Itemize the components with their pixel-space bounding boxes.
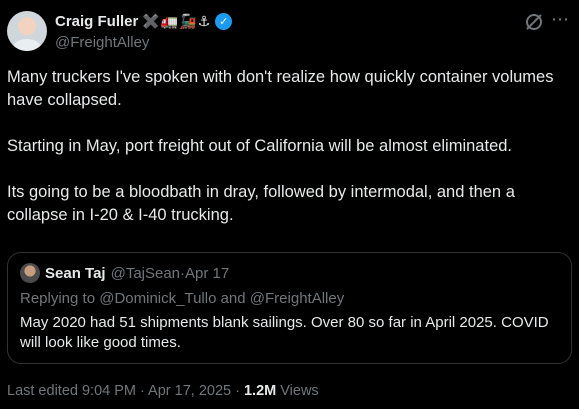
- views-count: 1.2M: [243, 383, 277, 399]
- author-name-row: Craig Fuller ✖️🚛🚂⚓ ✓: [55, 13, 233, 30]
- author-display-name[interactable]: Craig Fuller: [55, 13, 138, 30]
- quoted-post[interactable]: Sean Taj @TajSean · Apr 17 Replying to @…: [7, 252, 572, 364]
- author-avatar[interactable]: [7, 11, 47, 51]
- reply-and: and: [216, 290, 250, 307]
- author-handle[interactable]: @FreightAlley: [55, 34, 149, 51]
- quoted-author-avatar: [20, 263, 40, 283]
- post-paragraph: Many truckers I've spoken with don't rea…: [7, 68, 554, 109]
- quoted-date: Apr 17: [185, 264, 230, 282]
- reply-prefix: Replying to: [20, 290, 100, 307]
- quoted-reply-context: Replying to @Dominick_Tullo and @Freight…: [20, 290, 344, 307]
- author-emoji: ✖️🚛🚂⚓: [142, 13, 212, 29]
- reply-user-link[interactable]: @FreightAlley: [250, 290, 344, 307]
- views-label: Views: [276, 383, 319, 399]
- post-header: Craig Fuller ✖️🚛🚂⚓ ✓ @FreightAlley ⋯: [7, 9, 572, 53]
- edited-timestamp[interactable]: Last edited 9:04 PM · Apr 17, 2025 ·: [7, 383, 244, 399]
- grok-icon[interactable]: [526, 14, 542, 30]
- more-icon[interactable]: ⋯: [551, 9, 570, 30]
- post-meta-footer: Last edited 9:04 PM · Apr 17, 2025 · 1.2…: [7, 383, 319, 399]
- reply-user-link[interactable]: @Dominick_Tullo: [99, 290, 216, 307]
- verified-badge-icon[interactable]: ✓: [215, 13, 233, 30]
- post-body: Many truckers I've spoken with don't rea…: [7, 66, 567, 250]
- post-paragraph: Its going to be a bloodbath in dray, fol…: [7, 183, 515, 224]
- quoted-author-name: Sean Taj: [45, 264, 106, 282]
- post-paragraph: Starting in May, port freight out of Cal…: [7, 137, 513, 155]
- quoted-author-handle: @TajSean: [110, 264, 181, 282]
- quoted-post-header: Sean Taj @TajSean · Apr 17: [20, 263, 229, 283]
- quoted-post-text: May 2020 had 51 shipments blank sailings…: [20, 314, 549, 351]
